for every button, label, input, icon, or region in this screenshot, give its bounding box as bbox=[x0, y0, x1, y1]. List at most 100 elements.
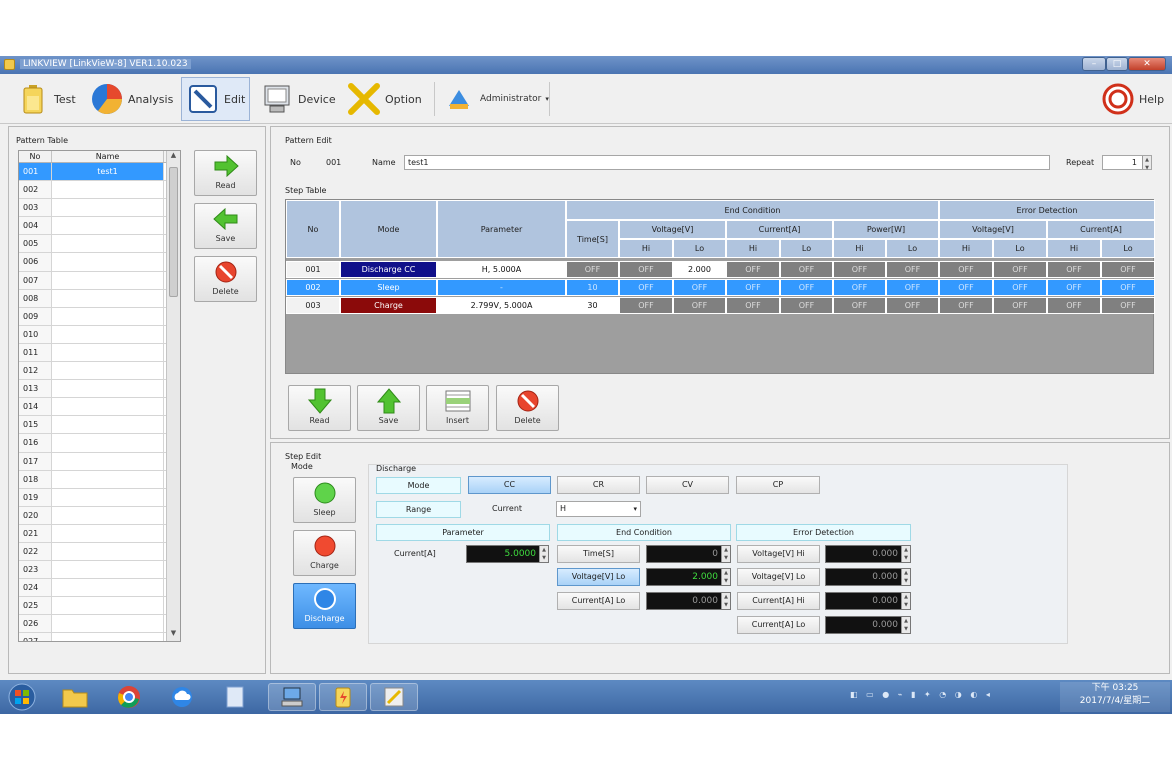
ed-voltage-hi-spinner-icon[interactable]: ▲ ▼ bbox=[901, 546, 910, 562]
step-cell-v-lo[interactable]: 2.000 bbox=[673, 261, 726, 278]
step-cell-no[interactable]: 003 bbox=[286, 297, 340, 314]
current-lo-input[interactable]: 0.000 ▲ ▼ bbox=[646, 592, 731, 610]
ed-current-hi-spinner-icon[interactable]: ▲ ▼ bbox=[901, 593, 910, 609]
step-cell-v-lo[interactable]: OFF bbox=[673, 279, 726, 296]
ed-voltage-lo-spinner-icon[interactable]: ▲ ▼ bbox=[901, 569, 910, 585]
step-cell-ev-lo[interactable]: OFF bbox=[993, 261, 1047, 278]
pattern-row[interactable]: 018 bbox=[19, 470, 180, 489]
step-cell-c-lo[interactable]: OFF bbox=[780, 297, 833, 314]
step-cell-param[interactable]: 2.799V, 5.000A bbox=[437, 297, 566, 314]
pattern-row[interactable]: 020 bbox=[19, 506, 180, 525]
pattern-row[interactable]: 001 test1 bbox=[19, 163, 180, 182]
current-lo-spinner-icon[interactable]: ▲ ▼ bbox=[721, 593, 730, 609]
taskbar-explorer[interactable] bbox=[56, 683, 94, 711]
step-save-button[interactable]: Save bbox=[357, 385, 420, 431]
step-delete-button[interactable]: Delete bbox=[496, 385, 559, 431]
step-cell-ev-hi[interactable]: OFF bbox=[939, 279, 993, 296]
pattern-row[interactable]: 024 bbox=[19, 579, 180, 598]
step-cell-no[interactable]: 001 bbox=[286, 261, 340, 278]
step-cell-c-hi[interactable]: OFF bbox=[726, 261, 780, 278]
pattern-row[interactable]: 022 bbox=[19, 542, 180, 562]
pattern-row[interactable]: 010 bbox=[19, 325, 180, 344]
step-cell-time[interactable]: 10 bbox=[566, 279, 619, 296]
ed-current-lo-input[interactable]: 0.000 ▲ ▼ bbox=[825, 616, 911, 634]
step-cell-c-lo[interactable]: OFF bbox=[780, 261, 833, 278]
test-tool[interactable]: Test bbox=[12, 77, 80, 121]
step-cell-param[interactable]: H, 5.000A bbox=[437, 261, 566, 278]
step-cell-v-lo[interactable]: OFF bbox=[673, 297, 726, 314]
pattern-row[interactable]: 025 bbox=[19, 597, 180, 616]
pattern-row[interactable]: 021 bbox=[19, 524, 180, 543]
pattern-row[interactable]: 012 bbox=[19, 362, 180, 381]
step-insert-button[interactable]: Insert bbox=[426, 385, 489, 431]
step-cell-c-hi[interactable]: OFF bbox=[726, 297, 780, 314]
step-cell-ev-lo[interactable]: OFF bbox=[993, 279, 1047, 296]
step-cell-ec-hi[interactable]: OFF bbox=[1047, 261, 1101, 278]
system-tray-icons[interactable]: ◧ ▭ ● ⌁ ▮ ✦ ◔ ◑ ◐ ◂ bbox=[850, 690, 1050, 704]
step-cell-mode[interactable]: Discharge CC bbox=[340, 261, 437, 278]
current-input[interactable]: 5.0000 ▲ ▼ bbox=[466, 545, 549, 563]
close-button[interactable]: ✕ bbox=[1128, 57, 1166, 71]
pattern-read-button[interactable]: Read bbox=[194, 150, 257, 196]
pattern-row[interactable]: 014 bbox=[19, 398, 180, 417]
pattern-row[interactable]: 023 bbox=[19, 561, 180, 580]
maximize-button[interactable]: □ bbox=[1106, 57, 1128, 71]
cv-button[interactable]: CV bbox=[646, 476, 729, 494]
pattern-delete-button[interactable]: Delete bbox=[194, 256, 257, 302]
step-cell-c-hi[interactable]: OFF bbox=[726, 279, 780, 296]
pattern-row[interactable]: 011 bbox=[19, 343, 180, 363]
step-cell-p-lo[interactable]: OFF bbox=[886, 297, 939, 314]
step-read-button[interactable]: Read bbox=[288, 385, 351, 431]
pattern-row[interactable]: 019 bbox=[19, 488, 180, 507]
ed-current-lo-spinner-icon[interactable]: ▲ ▼ bbox=[901, 617, 910, 633]
ed-current-lo-button[interactable]: Current[A] Lo bbox=[737, 616, 820, 634]
pattern-row[interactable]: 007 bbox=[19, 271, 180, 290]
step-cell-v-hi[interactable]: OFF bbox=[619, 297, 673, 314]
cc-button[interactable]: CC bbox=[468, 476, 551, 494]
step-cell-mode[interactable]: Charge bbox=[340, 297, 437, 314]
time-spinner-icon[interactable]: ▲ ▼ bbox=[721, 546, 730, 562]
scroll-up-icon[interactable]: ▲ bbox=[167, 151, 180, 163]
step-cell-p-lo[interactable]: OFF bbox=[886, 279, 939, 296]
taskbar-linkview[interactable] bbox=[319, 683, 367, 711]
step-cell-ec-lo[interactable]: OFF bbox=[1101, 261, 1155, 278]
ed-voltage-lo-input[interactable]: 0.000 ▲ ▼ bbox=[825, 568, 911, 586]
step-cell-p-hi[interactable]: OFF bbox=[833, 297, 886, 314]
step-cell-no[interactable]: 002 bbox=[286, 279, 340, 296]
minimize-button[interactable]: – bbox=[1082, 57, 1106, 71]
cp-button[interactable]: CP bbox=[736, 476, 820, 494]
mode-sleep-button[interactable]: Sleep bbox=[293, 477, 356, 523]
pattern-scrollbar[interactable]: ▲ ▼ bbox=[166, 151, 180, 641]
step-cell-ec-lo[interactable]: OFF bbox=[1101, 297, 1155, 314]
repeat-input[interactable]: 1 ▲ ▼ bbox=[1102, 155, 1152, 171]
start-button[interactable] bbox=[4, 683, 40, 711]
pattern-row[interactable]: 005 bbox=[19, 235, 180, 254]
pattern-row[interactable]: 004 bbox=[19, 217, 180, 236]
step-cell-ev-hi[interactable]: OFF bbox=[939, 297, 993, 314]
option-tool[interactable]: Option bbox=[343, 77, 426, 121]
mode-charge-button[interactable]: Charge bbox=[293, 530, 356, 576]
pattern-row[interactable]: 009 bbox=[19, 307, 180, 326]
pattern-row[interactable]: 026 bbox=[19, 615, 180, 634]
pattern-row[interactable]: 008 bbox=[19, 289, 180, 308]
pattern-row[interactable]: 006 bbox=[19, 253, 180, 272]
ed-current-hi-input[interactable]: 0.000 ▲ ▼ bbox=[825, 592, 911, 610]
current-lo-button[interactable]: Current[A] Lo bbox=[557, 592, 640, 610]
range-select[interactable]: H ▾ bbox=[556, 501, 641, 517]
step-cell-p-lo[interactable]: OFF bbox=[886, 261, 939, 278]
pattern-name-input[interactable]: test1 bbox=[404, 155, 1050, 170]
step-cell-ec-hi[interactable]: OFF bbox=[1047, 279, 1101, 296]
ed-voltage-hi-button[interactable]: Voltage[V] Hi bbox=[737, 545, 820, 563]
step-cell-v-hi[interactable]: OFF bbox=[619, 279, 673, 296]
voltage-lo-spinner-icon[interactable]: ▲ ▼ bbox=[721, 569, 730, 585]
pattern-row[interactable]: 003 bbox=[19, 199, 180, 218]
repeat-spinner-icon[interactable]: ▲ ▼ bbox=[1142, 156, 1151, 171]
taskbar-app[interactable] bbox=[216, 683, 254, 711]
scroll-down-icon[interactable]: ▼ bbox=[167, 629, 180, 641]
cr-button[interactable]: CR bbox=[557, 476, 640, 494]
taskbar-network[interactable] bbox=[268, 683, 316, 711]
step-cell-p-hi[interactable]: OFF bbox=[833, 279, 886, 296]
ed-voltage-lo-button[interactable]: Voltage[V] Lo bbox=[737, 568, 820, 586]
step-cell-ev-hi[interactable]: OFF bbox=[939, 261, 993, 278]
analysis-tool[interactable]: Analysis bbox=[86, 77, 177, 121]
